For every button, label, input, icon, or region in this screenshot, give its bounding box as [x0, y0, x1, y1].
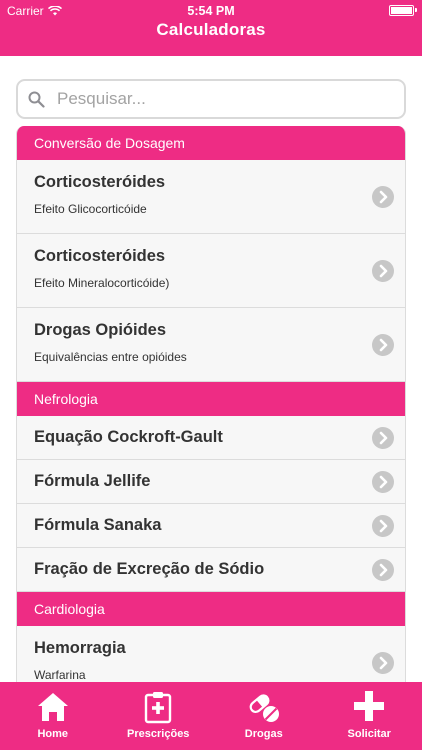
search-input[interactable]	[57, 89, 377, 109]
chevron-right-icon	[372, 652, 394, 674]
list-item-subtitle: Efeito Glicocorticóide	[34, 202, 147, 216]
section-header-cardiology: Cardiologia	[17, 592, 405, 626]
tab-prescriptions[interactable]: Prescrições	[106, 682, 212, 750]
chevron-right-icon	[372, 515, 394, 537]
list-item-subtitle: Warfarina	[34, 668, 86, 682]
tab-label: Drogas	[244, 728, 283, 740]
list-item[interactable]: Equação Cockroft-Gault	[17, 416, 405, 460]
list-item-label: Fórmula Sanaka	[34, 516, 162, 534]
chevron-right-icon	[372, 186, 394, 208]
list-item[interactable]: Drogas Opióides Equivalências entre opió…	[17, 308, 405, 382]
tab-request[interactable]: Solicitar	[317, 682, 422, 750]
list-item[interactable]: Fórmula Jellife	[17, 460, 405, 504]
tab-label: Home	[37, 728, 69, 740]
calculator-list: Conversão de Dosagem Corticosteróides Ef…	[16, 126, 406, 682]
search-icon	[28, 91, 45, 108]
list-item-label: Drogas Opióides	[34, 321, 167, 339]
list-item-label: Corticosteróides	[34, 173, 166, 191]
list-item[interactable]: Corticosteróides Efeito Mineralocorticói…	[17, 234, 405, 308]
list-item-label: Fórmula Jellife	[34, 472, 151, 490]
nav-header: Carrier 5:54 PM Calculadoras	[0, 0, 422, 56]
page-title: Calculadoras	[156, 20, 266, 39]
tab-drugs[interactable]: Drogas	[211, 682, 317, 750]
plus-icon	[354, 691, 385, 721]
list-item[interactable]: Hemorragia Warfarina	[17, 626, 405, 682]
list-item[interactable]: Corticosteróides Efeito Glicocorticóide	[17, 160, 405, 234]
chevron-right-icon	[372, 260, 394, 282]
chevron-right-icon	[372, 334, 394, 356]
chevron-right-icon	[372, 471, 394, 493]
section-header-nephrology: Nefrologia	[17, 382, 405, 416]
clipboard-icon	[145, 692, 172, 724]
chevron-right-icon	[372, 427, 394, 449]
home-icon	[37, 693, 68, 721]
battery-icon	[389, 5, 417, 16]
list-item-label: Equação Cockroft-Gault	[34, 428, 223, 446]
list-item-subtitle: Efeito Mineralocorticóide)	[34, 276, 170, 290]
tab-label: Solicitar	[347, 728, 391, 740]
tab-home[interactable]: Home	[0, 682, 106, 750]
list-item[interactable]: Fração de Excreção de Sódio	[17, 548, 405, 592]
tab-bar: Home Prescrições Drogas Solicitar	[0, 682, 422, 750]
pills-icon	[249, 694, 279, 722]
chevron-right-icon	[372, 559, 394, 581]
tab-label: Prescrições	[127, 728, 190, 740]
list-item[interactable]: Fórmula Sanaka	[17, 504, 405, 548]
search-bar[interactable]	[16, 79, 406, 119]
status-bar: Carrier 5:54 PM	[0, 0, 422, 22]
list-item-label: Fração de Excreção de Sódio	[34, 560, 265, 578]
section-header-dosage: Conversão de Dosagem	[17, 126, 405, 160]
status-time: 5:54 PM	[187, 4, 235, 18]
list-item-label: Corticosteróides	[34, 247, 166, 265]
list-item-label: Hemorragia	[34, 639, 126, 657]
list-item-subtitle: Equivalências entre opióides	[34, 350, 187, 364]
